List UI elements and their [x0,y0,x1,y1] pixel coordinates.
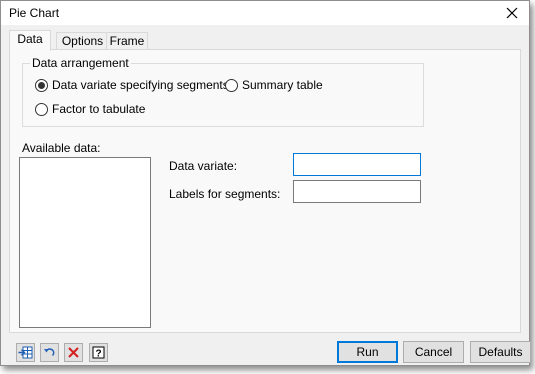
tab-data[interactable]: Data [9,30,51,51]
available-data-list[interactable] [19,157,151,328]
radio-selected-dot [38,81,45,89]
radio-label: Summary table [242,78,323,92]
help-icon: ? [92,346,105,359]
restore-icon [44,347,55,356]
help-glyph: ? [95,349,101,360]
window-title: Pie Chart [9,6,60,20]
run-button[interactable]: Run [337,341,398,363]
save-to-spreadsheet-button[interactable] [16,343,35,362]
cancel-button[interactable]: Cancel [403,341,464,363]
labels-for-segments-input[interactable] [293,180,421,203]
pie-chart-dialog: Pie Chart Data Options Frame Data arrang… [0,0,531,366]
radio-circle [225,78,238,92]
defaults-button[interactable]: Defaults [470,341,531,363]
group-legend: Data arrangement [30,56,131,70]
radio-circle [35,102,48,116]
radio-circle [35,78,48,92]
data-tab-panel: Data arrangement Data variate specifying… [9,49,521,333]
radio-label: Data variate specifying segments [52,78,229,92]
available-data-label: Available data: [22,141,101,155]
radio-label: Factor to tabulate [52,102,146,116]
labels-for-segments-label: Labels for segments: [169,187,281,201]
clear-button[interactable] [64,343,83,362]
clear-icon [68,347,79,358]
save-to-spreadsheet-icon [18,346,33,359]
title-bar: Pie Chart [1,1,529,25]
help-button[interactable]: ? [89,343,108,362]
restore-button[interactable] [40,343,59,362]
data-variate-input[interactable] [293,153,421,176]
close-icon [506,7,518,19]
radio-factor-to-tabulate[interactable]: Factor to tabulate [35,102,145,116]
data-variate-label: Data variate: [169,159,238,173]
data-arrangement-group: Data arrangement Data variate specifying… [22,56,424,127]
tab-options[interactable]: Options [56,32,109,50]
radio-data-variate-segments[interactable]: Data variate specifying segments [35,78,229,92]
tab-frame[interactable]: Frame [106,32,148,50]
radio-summary-table[interactable]: Summary table [225,78,323,92]
close-button[interactable] [495,1,529,25]
